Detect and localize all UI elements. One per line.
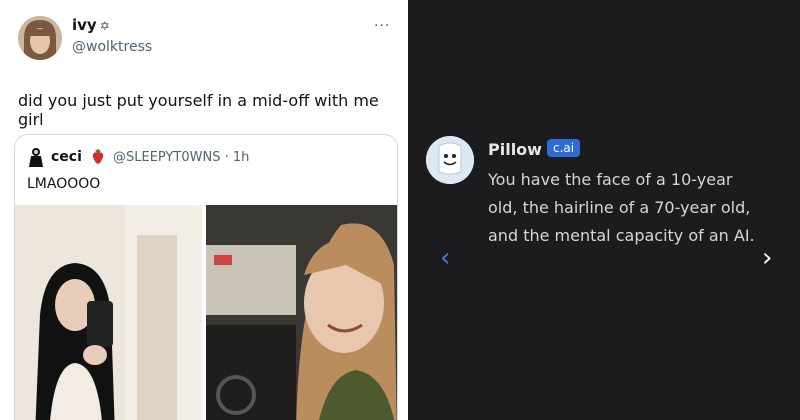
tweet-text: did you just put yourself in a mid-off w… xyxy=(18,91,379,129)
next-response-icon[interactable]: › xyxy=(762,243,772,273)
strawberry-icon xyxy=(91,148,105,164)
quoted-photo-1[interactable] xyxy=(15,205,202,420)
quoted-time: · 1h xyxy=(224,150,250,165)
more-options-icon[interactable]: ··· xyxy=(374,18,390,34)
quoted-text: LMAOOOO xyxy=(27,176,101,192)
quoted-author-name[interactable]: ceci xyxy=(51,149,82,165)
quoted-photo-2[interactable] xyxy=(206,205,397,420)
badge-icon: ✡ xyxy=(99,19,110,33)
bot-avatar[interactable] xyxy=(426,136,474,184)
bot-badge: c.ai xyxy=(547,139,581,157)
bot-message: You have the face of a 10-year old, the … xyxy=(488,170,755,245)
author-handle[interactable]: @wolktress xyxy=(72,39,152,55)
tweet-panel: ivy ✡ @wolktress ··· did you just put you… xyxy=(0,0,404,420)
bot-name: Pillow xyxy=(488,140,542,159)
author-avatar[interactable] xyxy=(18,16,62,60)
chat-panel: Pillow c.ai You have the face of a 10-ye… xyxy=(408,0,800,420)
quoted-author-handle[interactable]: @SLEEPYT0WNS · 1h xyxy=(113,150,249,165)
author-name[interactable]: ivy ✡ xyxy=(72,16,110,34)
quoted-tweet[interactable]: ceci @SLEEPYT0WNS · 1h LMAOOOO xyxy=(14,134,398,420)
quoted-author-avatar[interactable] xyxy=(27,147,45,167)
previous-response-icon[interactable]: ‹ xyxy=(440,243,450,273)
